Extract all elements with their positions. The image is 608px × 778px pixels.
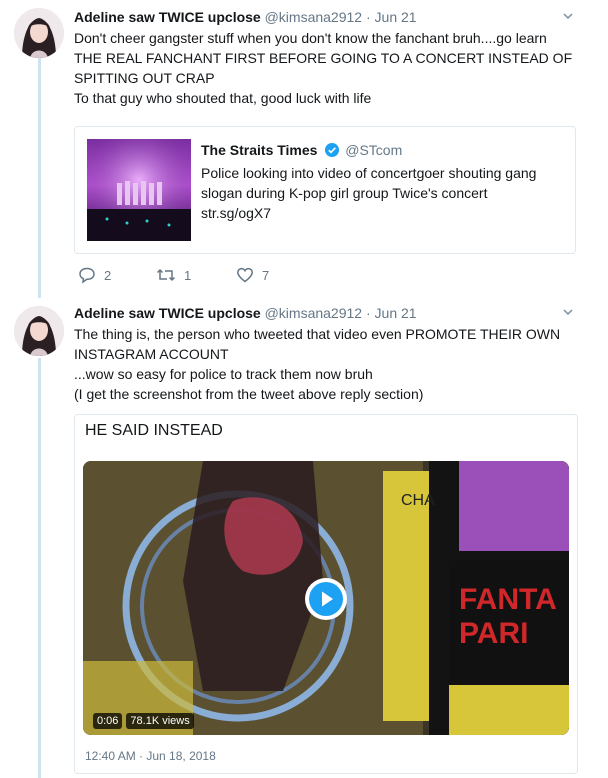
quote-link[interactable]: str.sg/ogX7 [201,203,561,223]
avatar[interactable] [14,8,64,58]
sign-text-line: FANTA [459,583,557,616]
play-button[interactable] [305,578,347,620]
tweet[interactable]: Adeline saw TWICE upclose @kimsana2912 ·… [0,0,608,298]
quote-text-line: Police looking into video of concertgoer… [201,165,537,181]
tweet-text: Don't cheer gangster stuff when you don'… [74,28,574,108]
quote-source: The Straits Times @STcom [201,141,402,159]
verified-badge-icon [325,143,340,157]
quote-text: Police looking into video of concertgoer… [201,163,561,223]
like-button[interactable]: 7 [236,266,269,284]
author-name[interactable]: Adeline saw TWICE upclose [74,305,261,321]
banner-text: CHA [401,492,435,509]
concert-stage-image [87,139,191,241]
tweet-header: Adeline saw TWICE upclose @kimsana2912 ·… [74,304,417,322]
embed-title: HE SAID INSTEAD [85,422,223,439]
video-player[interactable]: CHA FANTA PARI 0:06 78.1K views [83,461,569,735]
tweet-text-line: THE REAL FANCHANT FIRST BEFORE GOING TO … [74,50,573,66]
quoted-tweet-card[interactable]: The Straits Times @STcom Police looking … [74,126,576,254]
separator-dot: · [365,9,371,25]
tweet-date[interactable]: Jun 21 [375,9,417,25]
heart-icon [237,267,253,283]
tweet-text-line: (I get the screenshot from the tweet abo… [74,386,424,402]
tweet-text-line: ...wow so easy for police to track them … [74,366,373,382]
chevron-down-icon[interactable] [562,10,574,22]
reply-count: 2 [104,267,112,283]
retweet-count: 1 [184,267,192,283]
avatar[interactable] [14,306,64,356]
embed-timestamp[interactable]: 12:40 AM · Jun 18, 2018 [85,749,216,763]
embedded-video-tweet[interactable]: HE SAID INSTEAD CHA FANTA PARI 0:06 78.1… [74,414,578,774]
avatar-image [14,8,64,58]
author-name[interactable]: Adeline saw TWICE upclose [74,9,261,25]
reply-bubble-icon [79,267,95,284]
video-badges: 0:06 78.1K views [93,713,194,729]
tweet-header: Adeline saw TWICE upclose @kimsana2912 ·… [74,8,417,26]
source-name[interactable]: The Straits Times [201,142,317,158]
tweet-date[interactable]: Jun 21 [375,305,417,321]
source-handle[interactable]: @STcom [345,142,402,158]
quote-text-line: slogan during K-pop girl group Twice's c… [201,185,488,201]
reply-button[interactable]: 2 [78,266,111,284]
tweet-text-line: Don't cheer gangster stuff when you don'… [74,30,547,46]
quote-thumbnail [87,139,191,241]
tweet[interactable]: Adeline saw TWICE upclose @kimsana2912 ·… [0,298,608,778]
video-duration: 0:06 [93,713,123,729]
tweet-text-line: SPITTING OUT CRAP [74,70,215,86]
author-handle[interactable]: @kimsana2912 [265,9,363,25]
tweet-text: The thing is, the person who tweeted tha… [74,324,574,404]
tweet-text-line: To that guy who shouted that, good luck … [74,90,372,106]
author-handle[interactable]: @kimsana2912 [265,305,363,321]
retweet-icon [156,268,176,282]
like-count: 7 [262,267,270,283]
avatar-image [14,306,64,356]
sign-text-line: PARI [459,617,528,650]
tweet-text-line: INSTAGRAM ACCOUNT [74,346,229,362]
play-icon [309,582,343,616]
retweet-button[interactable]: 1 [156,266,191,284]
separator-dot: · [365,305,371,321]
tweet-text-line: The thing is, the person who tweeted tha… [74,326,561,342]
video-view-count: 78.1K views [126,713,194,729]
chevron-down-icon[interactable] [562,306,574,318]
